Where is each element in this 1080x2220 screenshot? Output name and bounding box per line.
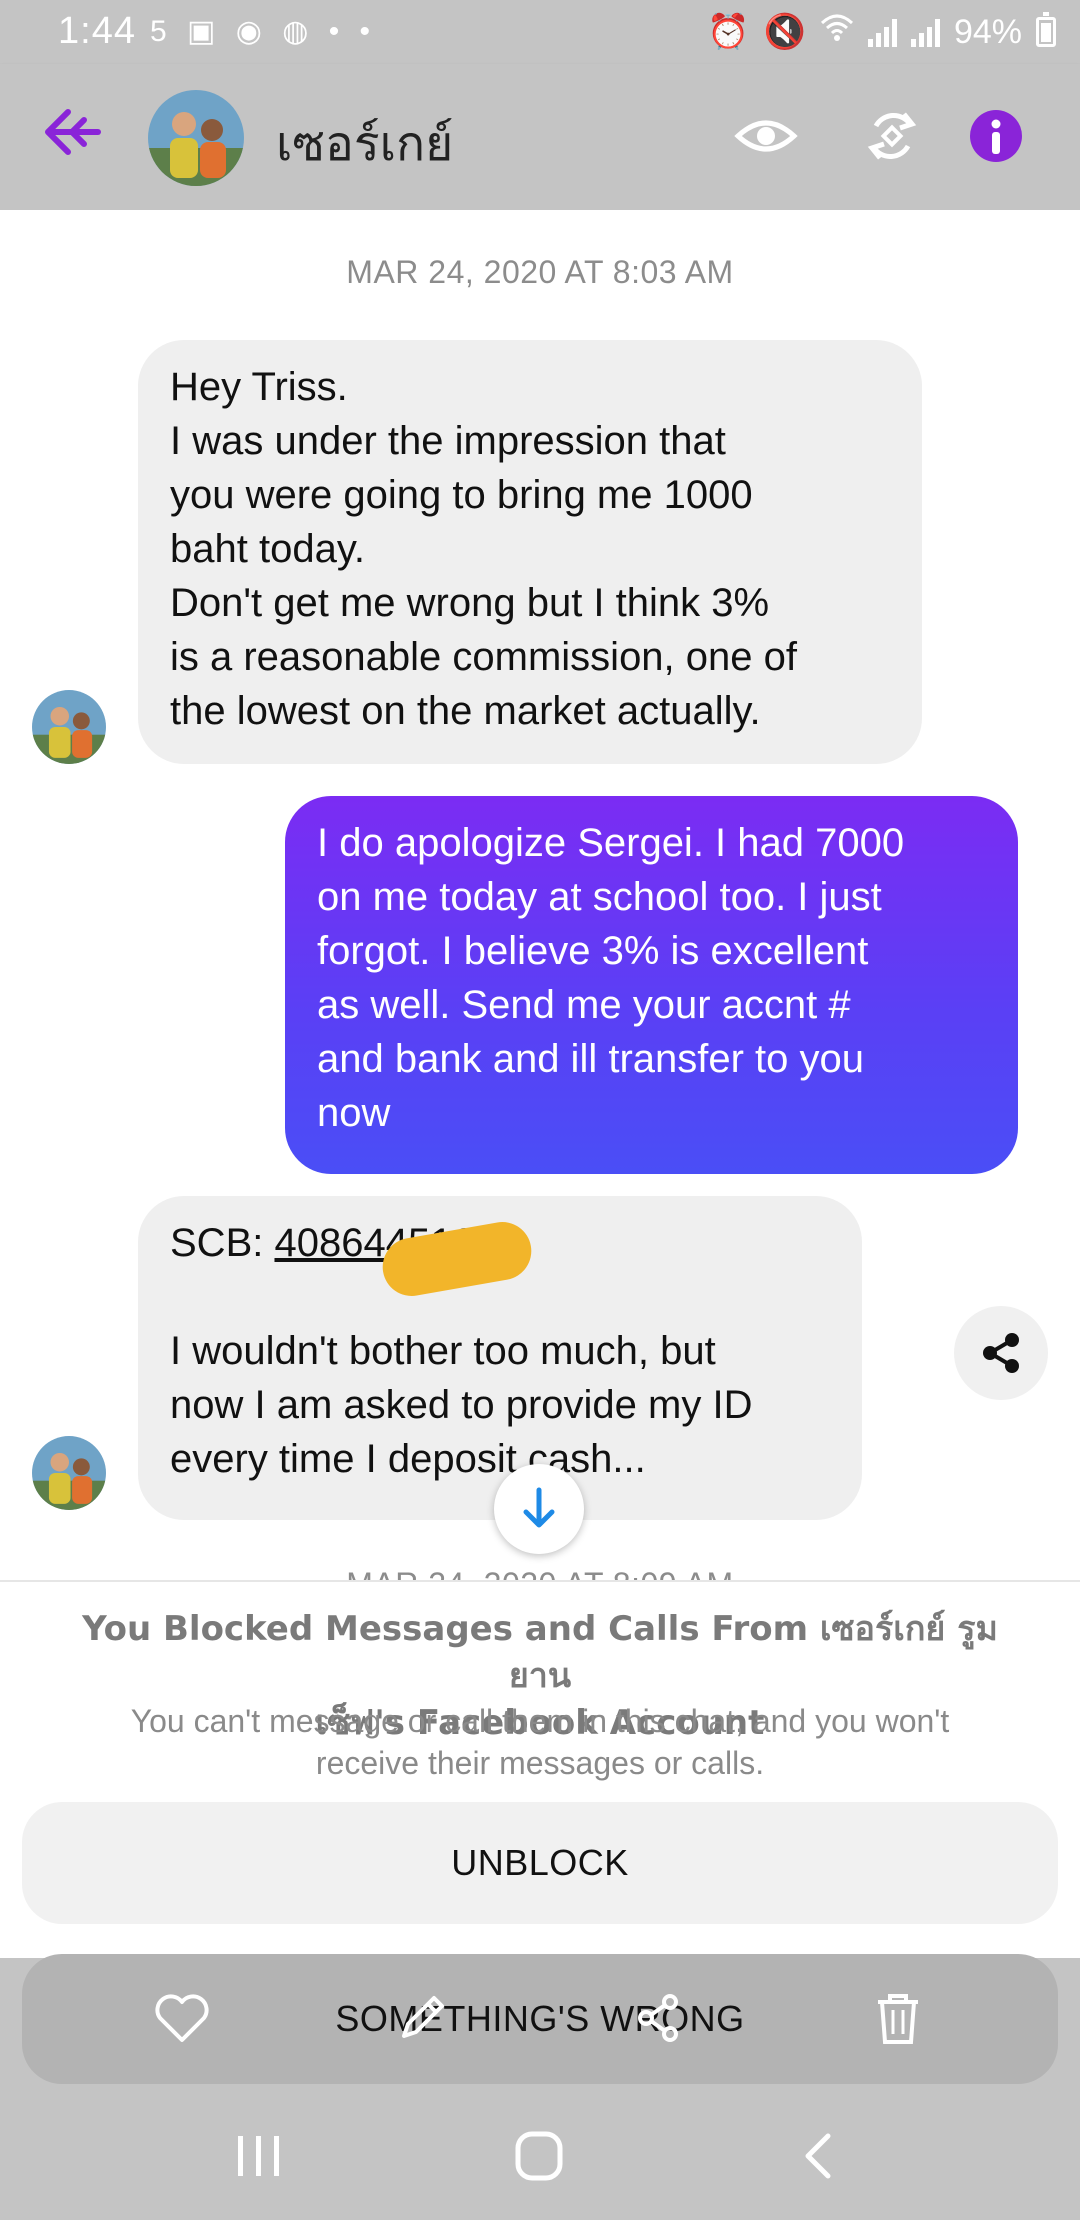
- share-icon[interactable]: [626, 1986, 690, 2050]
- trash-icon[interactable]: [866, 1986, 930, 2050]
- system-nav-bar: [0, 2092, 1080, 2220]
- scroll-down-button[interactable]: [494, 1464, 584, 1554]
- message-line: I wouldn't bother too much, but: [170, 1329, 716, 1373]
- message-list[interactable]: MAR 24, 2020 AT 8:03 AM Hey Triss. I was…: [0, 210, 1080, 1580]
- heart-icon[interactable]: [150, 1986, 214, 2050]
- battery-percent: 94%: [953, 12, 1022, 51]
- chevron-left-icon: [805, 2133, 831, 2179]
- home-icon: [515, 2131, 563, 2181]
- message-line: as well. Send me your accnt #: [317, 983, 851, 1027]
- message-line: forgot. I believe 3% is excellent: [317, 929, 869, 973]
- message-line: you were going to bring me 1000: [170, 473, 753, 517]
- chat-header: เซอร์เกย์: [0, 64, 1080, 210]
- outgoing-message[interactable]: I do apologize Sergei. I had 7000 on me …: [285, 796, 1018, 1174]
- message-line: now I am asked to provide my ID: [170, 1383, 753, 1427]
- message-line: now: [317, 1091, 391, 1135]
- battery-icon: [1036, 12, 1056, 47]
- message-line: and bank and ill transfer to you: [317, 1037, 865, 1081]
- message-line: baht today.: [170, 527, 365, 571]
- sync-icon[interactable]: [856, 100, 928, 172]
- blocked-subtitle-line: receive their messages or calls.: [315, 1745, 765, 1781]
- sender-avatar[interactable]: [32, 690, 106, 764]
- message-line: on me today at school too. I just: [317, 875, 882, 919]
- sender-avatar[interactable]: [32, 1436, 106, 1510]
- system-back-button[interactable]: [784, 2128, 854, 2184]
- message-line: the lowest on the market actually.: [170, 689, 761, 733]
- recent-apps-icon: [238, 2136, 279, 2176]
- message-line: I do apologize Sergei. I had 7000: [317, 821, 905, 865]
- blocked-title-line: You Blocked Messages and Calls From เซอร…: [82, 1609, 998, 1696]
- signal-icon: [867, 17, 897, 47]
- blocked-notice: You Blocked Messages and Calls From เซอร…: [0, 1580, 1080, 1962]
- message-line: Don't get me wrong but I think 3%: [170, 581, 770, 625]
- bank-label: SCB:: [170, 1221, 275, 1265]
- status-bar: 1:44 5 ▣ ◉ ◍ • • ⏰ 🔇 94%: [0, 0, 1080, 64]
- message-line: Hey Triss.: [170, 365, 348, 409]
- alarm-icon: ⏰: [707, 13, 750, 51]
- unblock-button[interactable]: UNBLOCK: [22, 1802, 1058, 1924]
- share-icon: [983, 1333, 1019, 1373]
- notification-icons: 5 ▣ ◉ ◍ • •: [150, 15, 377, 48]
- message-timestamp: MAR 24, 2020 AT 8:09 AM: [0, 1566, 1080, 1580]
- eye-icon[interactable]: [730, 100, 802, 172]
- double-chevron-left-icon: [45, 109, 101, 155]
- wifi-icon: [820, 13, 854, 52]
- info-icon[interactable]: [960, 100, 1032, 172]
- contact-name[interactable]: เซอร์เกย์: [276, 106, 453, 182]
- system-icons: ⏰ 🔇 94%: [707, 12, 1056, 52]
- pencil-icon[interactable]: [390, 1986, 454, 2050]
- contact-avatar[interactable]: [148, 90, 244, 186]
- signal-icon-2: [910, 17, 940, 47]
- message-line: I was under the impression that: [170, 419, 726, 463]
- back-button[interactable]: [40, 104, 104, 160]
- message-timestamp: MAR 24, 2020 AT 8:03 AM: [346, 254, 734, 290]
- blocked-subtitle: You can't message or call them in this c…: [60, 1700, 1020, 1784]
- share-button[interactable]: [954, 1306, 1048, 1400]
- blocked-subtitle-line: You can't message or call them in this c…: [130, 1703, 950, 1739]
- incoming-message[interactable]: Hey Triss. I was under the impression th…: [138, 340, 922, 764]
- arrow-down-icon: [523, 1487, 555, 1528]
- status-time: 1:44: [58, 10, 136, 52]
- message-line: is a reasonable commission, one of: [170, 635, 797, 679]
- home-button[interactable]: [504, 2128, 574, 2184]
- mute-icon: 🔇: [763, 13, 806, 51]
- recent-apps-button[interactable]: [224, 2128, 294, 2184]
